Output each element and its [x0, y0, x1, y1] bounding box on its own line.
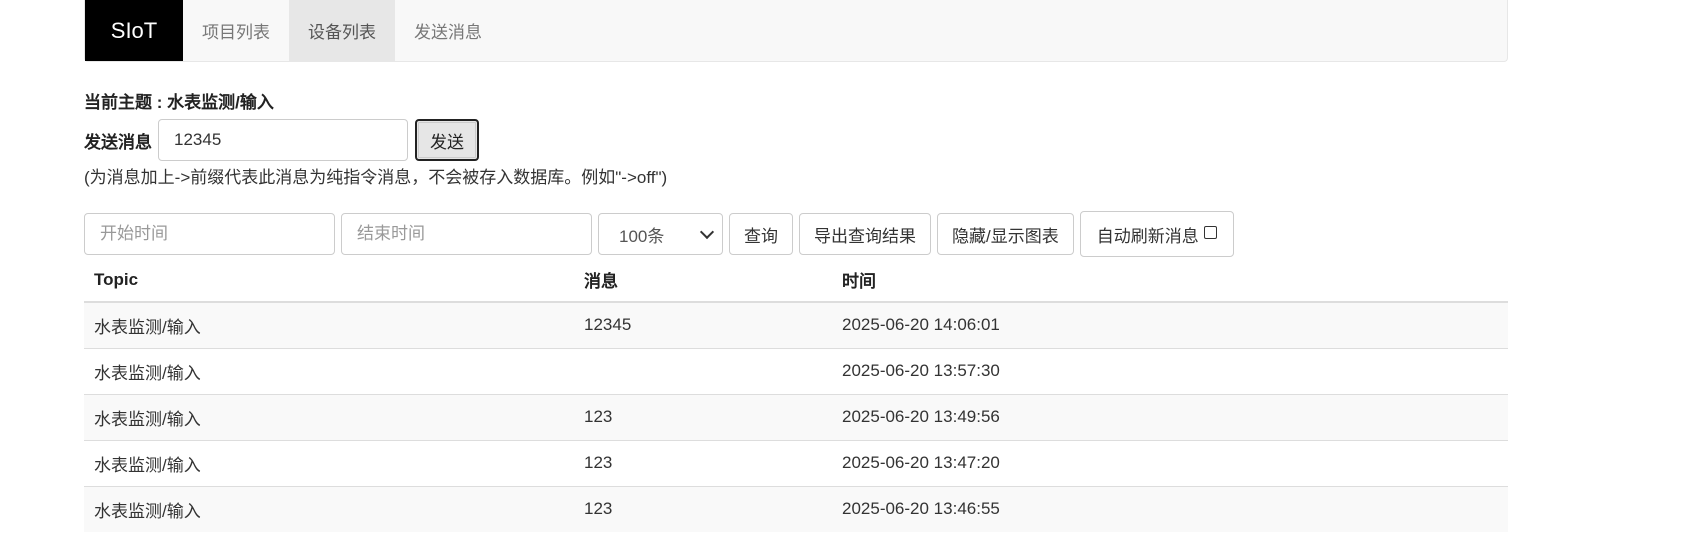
query-filter-row: 100条 查询 导出查询结果 隐藏/显示图表 自动刷新消息	[84, 211, 1234, 257]
query-button[interactable]: 查询	[729, 213, 793, 255]
nav-item-projects[interactable]: 项目列表	[183, 0, 289, 61]
toggle-chart-button[interactable]: 隐藏/显示图表	[937, 213, 1074, 255]
table-row: 水表监测/输入 12345 2025-06-20 14:06:01	[84, 301, 1508, 348]
cell-topic: 水表监测/输入	[84, 439, 574, 486]
table-row: 水表监测/输入 123 2025-06-20 13:49:56	[84, 393, 1508, 440]
brand-logo[interactable]: SIoT	[85, 0, 183, 61]
limit-select[interactable]: 100条	[598, 213, 723, 255]
cell-time: 2025-06-20 14:06:01	[832, 301, 1508, 348]
cell-topic: 水表监测/输入	[84, 393, 574, 440]
table-row: 水表监测/输入 123 2025-06-20 13:46:55	[84, 485, 1508, 532]
current-topic-label: 当前主题 : 水表监测/输入	[84, 93, 274, 112]
end-time-input[interactable]	[341, 213, 592, 255]
export-results-button[interactable]: 导出查询结果	[799, 213, 931, 255]
chevron-down-icon	[699, 224, 715, 239]
cell-message: 123	[574, 393, 832, 440]
cell-message: 123	[574, 439, 832, 486]
cell-message: 12345	[574, 301, 832, 348]
nav-item-devices[interactable]: 设备列表	[289, 0, 395, 61]
cell-message: 123	[574, 485, 832, 532]
top-navbar: SIoT 项目列表 设备列表 发送消息	[84, 0, 1508, 62]
nav-item-send-message[interactable]: 发送消息	[395, 0, 501, 61]
auto-refresh-button[interactable]: 自动刷新消息	[1079, 211, 1234, 257]
column-header-time: 时间	[832, 258, 1508, 303]
cell-time: 2025-06-20 13:49:56	[832, 393, 1508, 440]
cell-time: 2025-06-20 13:57:30	[832, 347, 1508, 394]
prefix-hint-text: (为消息加上->前缀代表此消息为纯指令消息，不会被存入数据库。例如"->off"…	[84, 168, 668, 187]
table-row: 水表监测/输入 123 2025-06-20 13:47:20	[84, 439, 1508, 486]
table-row: 水表监测/输入 2025-06-20 13:57:30	[84, 347, 1508, 394]
limit-select-value: 100条	[619, 226, 665, 246]
auto-refresh-checkbox[interactable]	[1203, 225, 1217, 239]
cell-topic: 水表监测/输入	[84, 301, 574, 348]
send-message-label: 发送消息	[84, 132, 152, 152]
cell-topic: 水表监测/输入	[84, 485, 574, 532]
send-button[interactable]: 发送	[415, 119, 479, 161]
auto-refresh-label: 自动刷新消息	[1096, 226, 1199, 246]
cell-topic: 水表监测/输入	[84, 347, 574, 394]
column-header-message: 消息	[574, 258, 832, 303]
cell-time: 2025-06-20 13:47:20	[832, 439, 1508, 486]
column-header-topic: Topic	[84, 258, 574, 303]
table-header-row: Topic 消息 时间	[84, 258, 1508, 303]
send-message-row: 发送消息 发送	[84, 118, 479, 162]
messages-table: Topic 消息 时间 水表监测/输入 12345 2025-06-20 14:…	[84, 258, 1508, 532]
cell-time: 2025-06-20 13:46:55	[832, 485, 1508, 532]
cell-message	[574, 347, 832, 394]
message-input[interactable]	[158, 119, 408, 161]
start-time-input[interactable]	[84, 213, 335, 255]
